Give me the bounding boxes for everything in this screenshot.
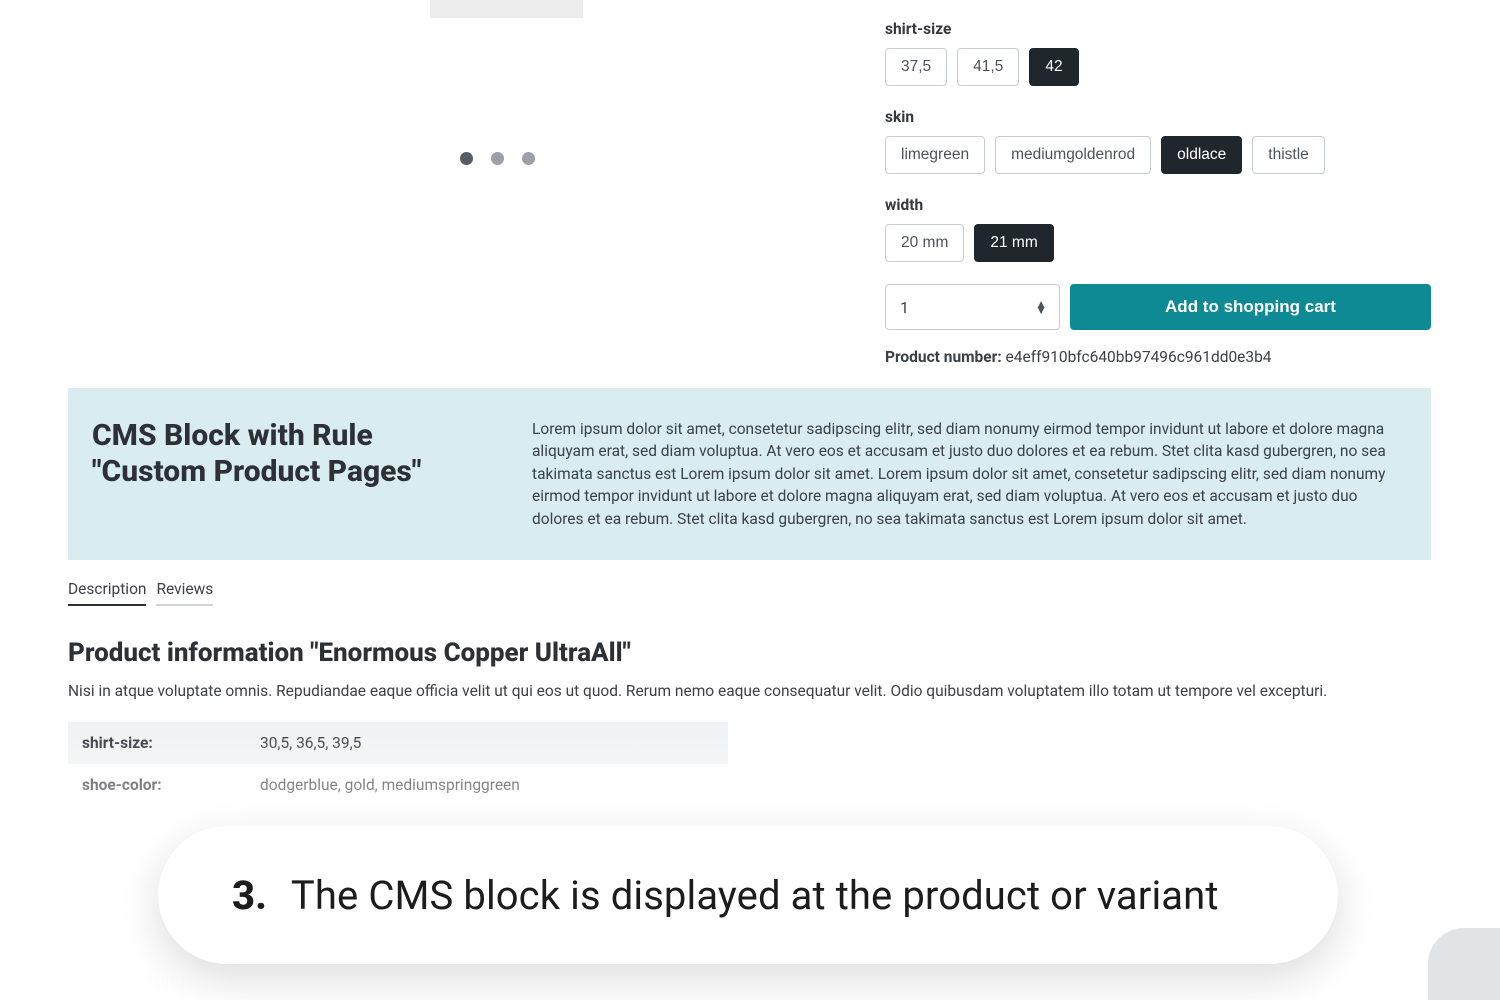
quantity-value: 1 [900, 298, 909, 317]
attribute-key: shirt-size: [68, 722, 246, 764]
option-button[interactable]: mediumgoldenrod [995, 136, 1151, 174]
option-button[interactable]: 42 [1029, 48, 1078, 86]
gallery-dots [460, 152, 535, 165]
service-hotline-heading: Service hotline [68, 970, 190, 991]
option-row-shirt-size: 37,5 41,5 42 [885, 48, 1431, 86]
option-row-skin: limegreen mediumgoldenrod oldlace thistle [885, 136, 1431, 174]
gallery-dot[interactable] [460, 152, 473, 165]
product-info-description: Nisi in atque voluptate omnis. Repudiand… [68, 682, 1431, 700]
product-number-row: Product number: e4eff910bfc640bb97496c96… [885, 348, 1431, 366]
attribute-row: shoe-color:dodgerblue, gold, mediumsprin… [68, 764, 728, 806]
option-button[interactable]: limegreen [885, 136, 985, 174]
gallery-dot[interactable] [522, 152, 535, 165]
product-info: Product information "Enormous Copper Ult… [68, 638, 1431, 806]
option-label-shirt-size: shirt-size [885, 20, 1431, 38]
gallery-dot[interactable] [491, 152, 504, 165]
quantity-select[interactable]: 1 ▲▼ [885, 284, 1060, 330]
tab-description[interactable]: Description [68, 580, 146, 606]
option-button[interactable]: thistle [1252, 136, 1325, 174]
attribute-key: shoe-color: [68, 764, 246, 806]
option-label-skin: skin [885, 108, 1431, 126]
add-to-cart-button[interactable]: Add to shopping cart [1070, 284, 1431, 330]
bottom-right-widget [1428, 928, 1500, 1000]
product-tabs: Description Reviews [68, 580, 213, 606]
option-button[interactable]: 21 mm [974, 224, 1053, 262]
option-button[interactable]: 20 mm [885, 224, 964, 262]
cms-block: CMS Block with Rule "Custom Product Page… [68, 388, 1431, 560]
attribute-value: 30,5, 36,5, 39,5 [246, 722, 728, 764]
option-button[interactable]: 37,5 [885, 48, 947, 86]
product-number-label: Product number: [885, 348, 1006, 366]
attribute-value: dodgerblue, gold, mediumspringgreen [246, 764, 728, 806]
product-info-heading: Product information "Enormous Copper Ult… [68, 638, 1431, 668]
cms-block-title: CMS Block with Rule "Custom Product Page… [92, 418, 492, 530]
option-button[interactable]: oldlace [1161, 136, 1242, 174]
tutorial-caption: 3. The CMS block is displayed at the pro… [158, 826, 1338, 964]
tab-reviews[interactable]: Reviews [156, 580, 213, 606]
option-button[interactable]: 41,5 [957, 48, 1019, 86]
option-label-width: width [885, 196, 1431, 214]
product-number-value: e4eff910bfc640bb97496c961dd0e3b4 [1006, 348, 1272, 366]
cms-block-body: Lorem ipsum dolor sit amet, consetetur s… [532, 418, 1407, 530]
option-row-width: 20 mm 21 mm [885, 224, 1431, 262]
gallery-image-placeholder [430, 0, 583, 18]
tutorial-caption-number: 3. [232, 872, 267, 919]
caret-icon: ▲▼ [1035, 301, 1047, 313]
attribute-table: shirt-size:30,5, 36,5, 39,5shoe-color:do… [68, 722, 728, 806]
tutorial-caption-text: The CMS block is displayed at the produc… [291, 872, 1219, 919]
attribute-row: shirt-size:30,5, 36,5, 39,5 [68, 722, 728, 764]
